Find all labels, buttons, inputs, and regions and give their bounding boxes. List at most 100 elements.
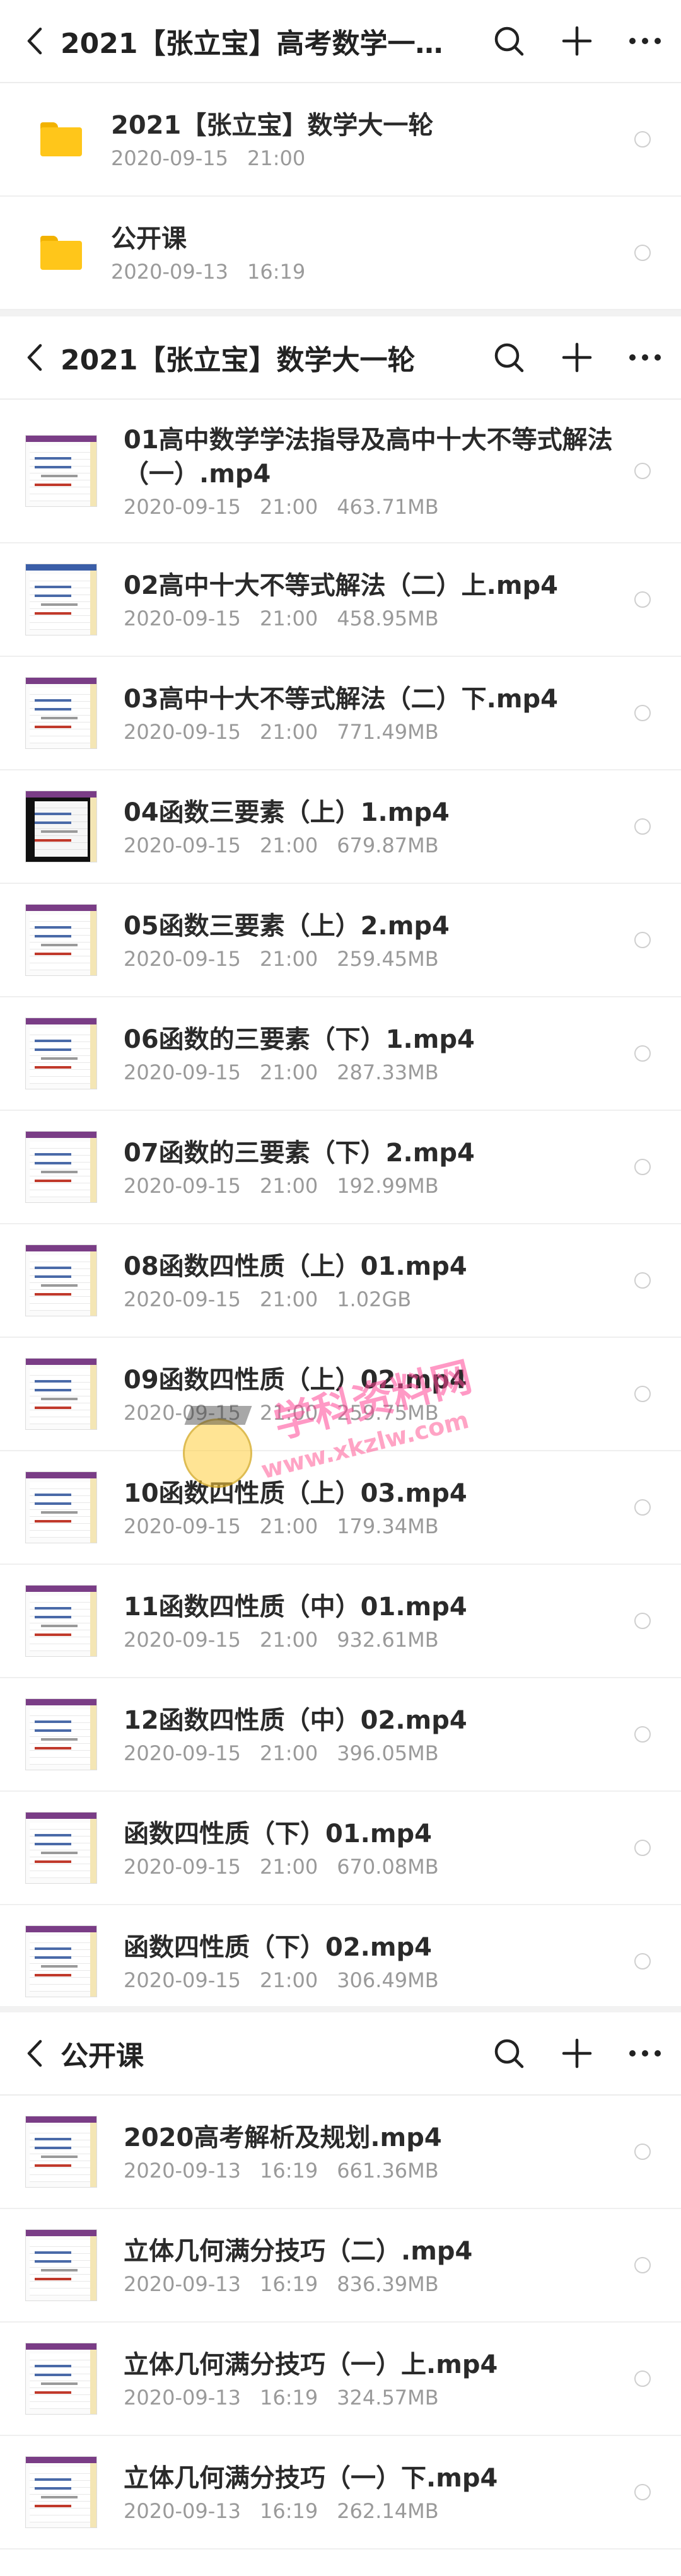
- select-radio[interactable]: [634, 245, 651, 261]
- list-item[interactable]: 05函数三要素（上）2.mp4 2020-09-15 21:00 259.45MB: [0, 884, 681, 997]
- select-radio[interactable]: [634, 1045, 651, 1062]
- item-time: 16:19: [259, 2159, 318, 2183]
- list-item[interactable]: 立体几何满分技巧（二）.mp4 2020-09-13 16:19 836.39MB: [0, 2209, 681, 2323]
- select-radio[interactable]: [634, 463, 651, 479]
- list-item[interactable]: 10函数四性质（上）03.mp4 2020-09-15 21:00 179.34MB: [0, 1451, 681, 1565]
- more-button[interactable]: [624, 20, 666, 62]
- select-radio[interactable]: [634, 932, 651, 948]
- item-meta: 2020-09-13 16:19 661.36MB: [124, 2159, 622, 2183]
- item-meta: 2020-09-15 21:00 179.34MB: [124, 1514, 622, 1538]
- add-button[interactable]: [556, 2033, 598, 2074]
- item-name: 02高中十大不等式解法（二）上.mp4: [124, 571, 559, 600]
- select-radio[interactable]: [634, 1159, 651, 1175]
- list-item[interactable]: 07函数的三要素（下）2.mp4 2020-09-15 21:00 192.99MB: [0, 1111, 681, 1224]
- select-radio[interactable]: [634, 131, 651, 148]
- list-item[interactable]: 02高中十大不等式解法（二）上.mp4 2020-09-15 21:00 458.95…: [0, 543, 681, 657]
- header-actions: [462, 2033, 666, 2074]
- chevron-left-icon: [27, 344, 42, 371]
- item-info: 立体几何满分技巧（二）.mp4 2020-09-13 16:19 836.39MB: [124, 2234, 622, 2296]
- list-item[interactable]: 函数四性质（下）02.mp4 2020-09-15 21:00 306.49MB: [0, 1905, 681, 2006]
- folder-icon: [40, 236, 82, 270]
- folder-icon: [40, 122, 82, 156]
- item-time: 21:00: [259, 1514, 318, 1538]
- select-radio[interactable]: [634, 1499, 651, 1516]
- select-radio[interactable]: [634, 1613, 651, 1629]
- list-item[interactable]: 09函数四性质（上）02.mp4 2020-09-15 21:00 259.75MB: [0, 1338, 681, 1451]
- item-meta: 2020-09-13 16:19 836.39MB: [124, 2272, 622, 2296]
- item-time: 21:00: [259, 1287, 318, 1311]
- item-size: 287.33MB: [337, 1060, 439, 1084]
- select-radio[interactable]: [634, 705, 651, 721]
- video-thumbnail: [25, 564, 97, 635]
- item-meta: 2020-09-15 21:00: [111, 146, 622, 170]
- search-button[interactable]: [488, 337, 530, 378]
- item-name: 12函数四性质（中）02.mp4: [124, 1706, 467, 1735]
- list-item[interactable]: 04函数三要素（上）1.mp4 2020-09-15 21:00 679.87MB: [0, 770, 681, 884]
- item-meta: 2020-09-13 16:19 262.14MB: [124, 2499, 622, 2523]
- item-info: 2020高考解析及规划.mp4 2020-09-13 16:19 661.36MB: [124, 2121, 622, 2183]
- list-item[interactable]: 06函数的三要素（下）1.mp4 2020-09-15 21:00 287.33MB: [0, 997, 681, 1111]
- video-thumbnail: [25, 1131, 97, 1203]
- add-button[interactable]: [556, 337, 598, 378]
- item-info: 07函数的三要素（下）2.mp4 2020-09-15 21:00 192.99MB: [124, 1136, 622, 1198]
- search-button[interactable]: [488, 2033, 530, 2074]
- item-size: 771.49MB: [337, 720, 439, 744]
- list-item[interactable]: 立体几何满分技巧（一）上.mp4 2020-09-13 16:19 324.57MB: [0, 2323, 681, 2436]
- item-time: 21:00: [259, 1741, 318, 1765]
- select-radio[interactable]: [634, 1840, 651, 1856]
- item-info: 函数四性质（下）02.mp4 2020-09-15 21:00 306.49MB: [124, 1930, 622, 1992]
- item-time: 21:00: [259, 1968, 318, 1992]
- plus-icon: [562, 26, 592, 56]
- add-button[interactable]: [556, 20, 598, 62]
- list-item[interactable]: 函数四性质（下）01.mp4 2020-09-15 21:00 670.08MB: [0, 1792, 681, 1905]
- search-button[interactable]: [488, 20, 530, 62]
- more-button[interactable]: [624, 337, 666, 378]
- item-info: 函数四性质（下）01.mp4 2020-09-15 21:00 670.08MB: [124, 1817, 622, 1879]
- list-item[interactable]: 08函数四性质（上）01.mp4 2020-09-15 21:00 1.02GB: [0, 1224, 681, 1338]
- select-radio[interactable]: [634, 818, 651, 835]
- list-item[interactable]: 01高中数学学法指导及高中十大不等式解法（一）.mp4 2020-09-15 21:…: [0, 400, 681, 543]
- page-title: 公开课: [61, 2040, 144, 2072]
- item-date: 2020-09-15: [124, 1060, 241, 1084]
- item-info: 04函数三要素（上）1.mp4 2020-09-15 21:00 679.87MB: [124, 796, 622, 857]
- more-button[interactable]: [624, 2033, 666, 2074]
- top-bar: 公开课: [0, 2012, 681, 2096]
- item-name: 04函数三要素（上）1.mp4: [124, 798, 450, 827]
- list-item[interactable]: 2021【张立宝】数学大一轮 2020-09-15 21:00: [0, 83, 681, 197]
- select-radio[interactable]: [634, 2370, 651, 2387]
- video-thumbnail: [25, 1358, 97, 1430]
- list-item[interactable]: 2020高考解析及规划.mp4 2020-09-13 16:19 661.36MB: [0, 2096, 681, 2209]
- list-item[interactable]: 11函数四性质（中）01.mp4 2020-09-15 21:00 932.61MB: [0, 1565, 681, 1678]
- list-item[interactable]: 立体几何满分技巧（一）下.mp4 2020-09-13 16:19 262.14MB: [0, 2436, 681, 2550]
- select-radio[interactable]: [634, 591, 651, 608]
- select-radio[interactable]: [634, 2257, 651, 2273]
- item-time: 21:00: [259, 1060, 318, 1084]
- list-item[interactable]: 03高中十大不等式解法（二）下.mp4 2020-09-15 21:00 771.49…: [0, 657, 681, 770]
- select-radio[interactable]: [634, 1386, 651, 1402]
- top-bar: 2021【张立宝】高考数学一轮2021【张立宝】高考数学一轮: [0, 0, 681, 83]
- item-time: 21:00: [259, 606, 318, 630]
- select-radio[interactable]: [634, 2484, 651, 2500]
- item-size: 324.57MB: [337, 2386, 439, 2410]
- select-radio[interactable]: [634, 1272, 651, 1289]
- item-info: 02高中十大不等式解法（二）上.mp4 2020-09-15 21:00 458.95…: [124, 569, 622, 630]
- item-meta: 2020-09-15 21:00 396.05MB: [124, 1741, 622, 1765]
- back-button[interactable]: [14, 337, 55, 378]
- list-item[interactable]: 12函数四性质（中）02.mp4 2020-09-15 21:00 396.05MB: [0, 1678, 681, 1792]
- item-size: 259.75MB: [337, 1401, 439, 1425]
- video-thumbnail: [25, 2116, 97, 2188]
- search-icon: [494, 343, 524, 373]
- back-button[interactable]: [14, 20, 55, 62]
- item-size: 306.49MB: [337, 1968, 439, 1992]
- item-name: 07函数的三要素（下）2.mp4: [124, 1139, 475, 1168]
- back-button[interactable]: [14, 2033, 55, 2074]
- item-meta: 2020-09-13 16:19: [111, 260, 622, 284]
- select-radio[interactable]: [634, 2144, 651, 2160]
- select-radio[interactable]: [634, 1953, 651, 1970]
- item-size: 1.02GB: [337, 1287, 412, 1311]
- list-item[interactable]: 公开课 2020-09-13 16:19: [0, 197, 681, 310]
- select-radio[interactable]: [634, 1726, 651, 1743]
- screenshot-divider: [0, 2006, 681, 2012]
- item-meta: 2020-09-13 16:19 324.57MB: [124, 2386, 622, 2410]
- item-meta: 2020-09-15 21:00 932.61MB: [124, 1628, 622, 1652]
